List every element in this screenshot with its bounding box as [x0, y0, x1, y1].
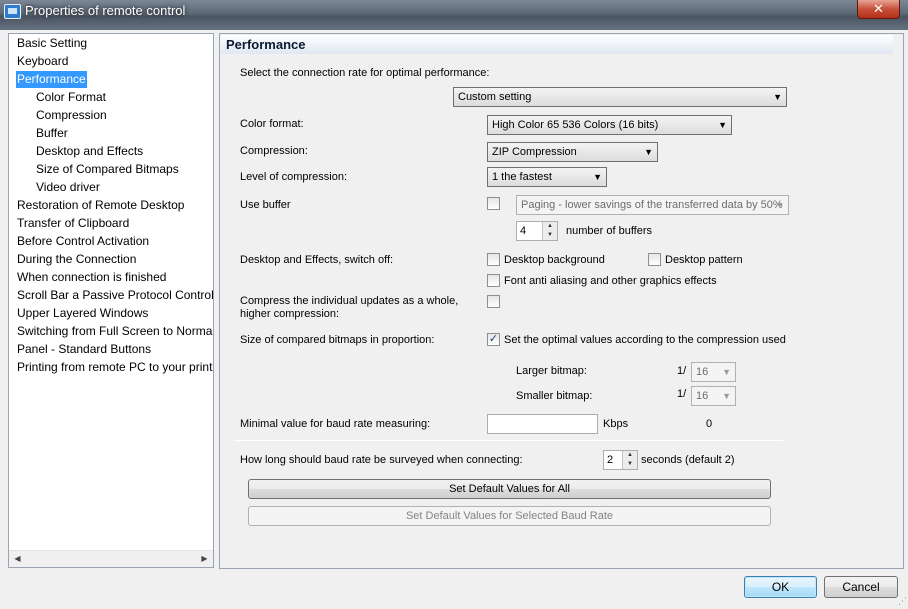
panel-header: Performance [221, 35, 893, 54]
scroll-right-icon[interactable]: ▶ [196, 551, 213, 567]
rate-label: Select the connection rate for optimal p… [240, 67, 490, 79]
tree-item-buffer[interactable]: Buffer [35, 125, 69, 142]
cancel-button[interactable]: Cancel [824, 576, 898, 598]
color-format-dropdown[interactable]: High Color 65 536 Colors (16 bits) ▼ [487, 115, 732, 135]
compression-level-dropdown[interactable]: 1 the fastest ▼ [487, 167, 607, 187]
compression-label: Compression: [240, 145, 308, 157]
chevron-down-icon: ▼ [718, 120, 727, 130]
baud-unit: Kbps [603, 418, 629, 430]
tree-item-upper-layered-windows[interactable]: Upper Layered Windows [16, 305, 149, 322]
set-default-selected-button[interactable]: Set Default Values for Selected Baud Rat… [248, 506, 771, 526]
stepper-buttons[interactable]: ▲ ▼ [622, 451, 637, 469]
compression-level-label: Level of compression: [240, 171, 347, 183]
close-button[interactable]: ✕ [857, 0, 900, 19]
tree-item-before-control-activation[interactable]: Before Control Activation [16, 233, 150, 250]
chevron-down-icon: ▼ [644, 147, 653, 157]
tree-item-desktop-and-effects[interactable]: Desktop and Effects [35, 143, 144, 160]
tree-item-transfer-of-clipboard[interactable]: Transfer of Clipboard [16, 215, 130, 232]
larger-bitmap-prefix: 1/ [677, 365, 687, 377]
tree-item-performance[interactable]: Performance [16, 71, 87, 88]
window-title: Properties of remote control [25, 3, 186, 18]
use-buffer-label: Use buffer [240, 199, 291, 211]
desktop-background-checkbox[interactable] [487, 253, 500, 266]
separator [234, 440, 783, 441]
compression-dropdown[interactable]: ZIP Compression ▼ [487, 142, 658, 162]
tree-horizontal-scrollbar[interactable]: ◀ ▶ [9, 550, 213, 567]
chevron-down-icon: ▼ [722, 367, 731, 377]
chevron-down-icon: ▼ [593, 172, 602, 182]
buffer-count-value: 4 [520, 225, 527, 237]
desktop-effects-label: Desktop and Effects, switch off: [240, 254, 394, 266]
baud-min-label: Minimal value for baud rate measuring: [240, 418, 431, 430]
tree-item-panel-standard-buttons[interactable]: Panel - Standard Buttons [16, 341, 152, 358]
bitmaps-optimal-checkbox[interactable]: ✓ [487, 333, 500, 346]
baud-survey-value: 2 [607, 454, 614, 466]
set-default-all-button[interactable]: Set Default Values for All [248, 479, 771, 499]
larger-bitmap-dropdown[interactable]: 16 ▼ [691, 362, 736, 382]
baud-survey-suffix: seconds (default 2) [641, 454, 735, 466]
font-antialiasing-checkbox[interactable] [487, 274, 500, 287]
chevron-down-icon: ▼ [775, 200, 784, 210]
tree-item-switching-from-full-screen-to-normal[interactable]: Switching from Full Screen to Normal [16, 323, 213, 340]
larger-bitmap-value: 16 [696, 366, 709, 378]
performance-panel: Performance Select the connection rate f… [219, 33, 904, 569]
buffer-count-stepper[interactable]: 4 ▲ ▼ [516, 221, 558, 241]
spin-up-icon[interactable]: ▲ [543, 222, 557, 231]
dialog-body: Basic Setting Keyboard Performance Color Fo… [0, 30, 908, 609]
use-buffer-checkbox[interactable] [487, 197, 500, 210]
color-format-value: High Color 65 536 Colors (16 bits) [492, 119, 659, 131]
tree-item-scroll-bar-a-passive-protocol-control[interactable]: Scroll Bar a Passive Protocol Control [16, 287, 213, 304]
compression-value: ZIP Compression [492, 146, 577, 158]
tree-item-color-format[interactable]: Color Format [35, 89, 107, 106]
tree-item-when-connection-is-finished[interactable]: When connection is finished [16, 269, 167, 286]
title-bar: Properties of remote control ✕ [0, 0, 908, 30]
smaller-bitmap-dropdown[interactable]: 16 ▼ [691, 386, 736, 406]
desktop-background-label: Desktop background [504, 254, 605, 266]
bitmaps-size-label: Size of compared bitmaps in proportion: [240, 334, 435, 346]
chevron-down-icon: ▼ [722, 391, 731, 401]
scroll-left-icon[interactable]: ◀ [9, 551, 26, 567]
resize-grip-icon[interactable]: ⋰ [898, 596, 907, 607]
buffer-mode-value: Paging - lower savings of the transferre… [521, 199, 783, 211]
rate-dropdown[interactable]: Custom setting ▼ [453, 87, 787, 107]
baud-survey-label: How long should baud rate be surveyed wh… [240, 454, 523, 466]
tree-item-basic-setting[interactable]: Basic Setting [16, 35, 88, 52]
compress-whole-label: Compress the individual updates as a who… [240, 295, 459, 320]
desktop-pattern-checkbox[interactable] [648, 253, 661, 266]
baud-min-input[interactable] [487, 414, 598, 434]
smaller-bitmap-value: 16 [696, 390, 709, 402]
smaller-bitmap-label: Smaller bitmap: [516, 390, 593, 402]
spin-up-icon[interactable]: ▲ [623, 451, 637, 460]
baud-survey-stepper[interactable]: 2 ▲ ▼ [603, 450, 638, 470]
stepper-buttons[interactable]: ▲ ▼ [542, 222, 557, 240]
color-format-label: Color format: [240, 118, 304, 130]
font-antialiasing-label: Font anti aliasing and other graphics ef… [504, 275, 717, 287]
spin-down-icon[interactable]: ▼ [623, 460, 637, 469]
ok-button[interactable]: OK [744, 576, 817, 598]
desktop-pattern-label: Desktop pattern [665, 254, 743, 266]
rate-dropdown-value: Custom setting [458, 91, 532, 103]
app-icon [4, 4, 21, 19]
buffer-mode-dropdown[interactable]: Paging - lower savings of the transferre… [516, 195, 789, 215]
chevron-down-icon: ▼ [773, 92, 782, 102]
baud-reading: 0 [706, 418, 713, 430]
tree-item-restoration-of-remote-desktop[interactable]: Restoration of Remote Desktop [16, 197, 185, 214]
larger-bitmap-label: Larger bitmap: [516, 365, 587, 377]
tree-item-video-driver[interactable]: Video driver [35, 179, 101, 196]
tree-item-during-the-connection[interactable]: During the Connection [16, 251, 137, 268]
compress-whole-checkbox[interactable] [487, 295, 500, 308]
tree-item-size-of-compared-bitmaps[interactable]: Size of Compared Bitmaps [35, 161, 180, 178]
category-tree: Basic Setting Keyboard Performance Color Fo… [8, 33, 214, 568]
tree-item-printing-from-remote-pc-to-your-printer[interactable]: Printing from remote PC to your printer [16, 359, 213, 376]
smaller-bitmap-prefix: 1/ [677, 388, 687, 400]
compression-level-value: 1 the fastest [492, 171, 552, 183]
bitmaps-optimal-label: Set the optimal values according to the … [504, 334, 786, 346]
spin-down-icon[interactable]: ▼ [543, 231, 557, 240]
tree-item-keyboard[interactable]: Keyboard [16, 53, 69, 70]
tree-item-compression[interactable]: Compression [35, 107, 108, 124]
buffer-count-label: number of buffers [566, 225, 653, 237]
